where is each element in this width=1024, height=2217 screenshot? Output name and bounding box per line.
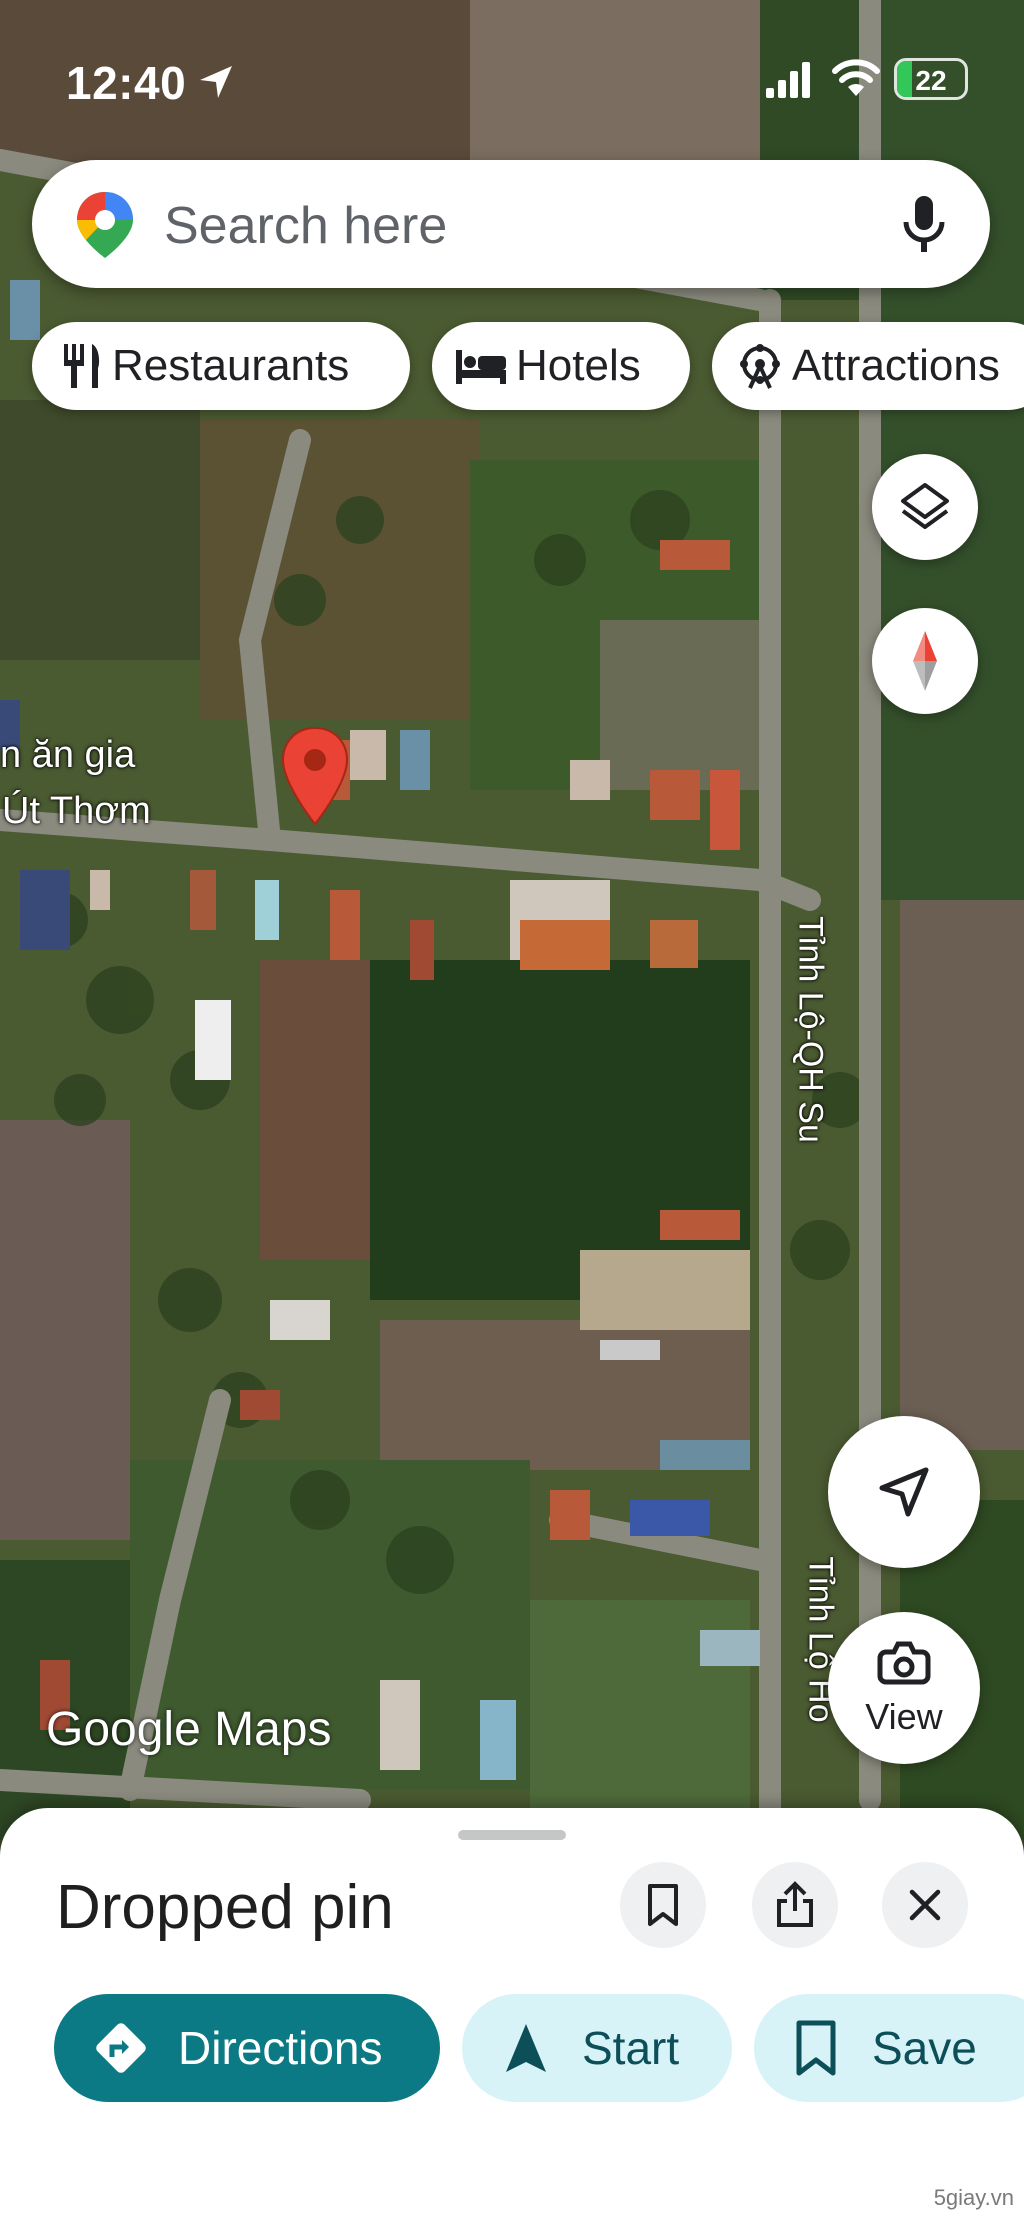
close-button[interactable] [882, 1862, 968, 1948]
place-label-line1[interactable]: n ăn gia [0, 734, 135, 777]
layers-button[interactable] [872, 454, 978, 560]
google-maps-logo-icon [77, 192, 133, 258]
ferris-wheel-icon [740, 344, 780, 389]
street-view-button[interactable]: View [828, 1612, 980, 1764]
chip-attractions-label: Attractions [792, 341, 1000, 390]
google-maps-watermark: Google Maps [46, 1703, 332, 1756]
status-bar: 12:40 22 [0, 0, 1024, 150]
view-label: View [865, 1696, 943, 1737]
status-time: 12:40 [66, 57, 187, 109]
bookmark-button[interactable] [620, 1862, 706, 1948]
battery-percent: 22 [915, 65, 947, 96]
save-label: Save [872, 2022, 977, 2074]
compass-button[interactable] [872, 608, 978, 714]
battery-indicator: 22 [894, 58, 968, 100]
directions-button[interactable]: Directions [54, 1994, 440, 2102]
site-credit: 5giay.vn [933, 2185, 1014, 2210]
search-input[interactable]: Search here [164, 196, 447, 256]
start-button[interactable]: Start [462, 1994, 732, 2102]
place-title: Dropped pin [56, 1873, 394, 1942]
bed-icon [456, 350, 506, 384]
save-button[interactable]: Save [754, 1994, 1024, 2102]
search-bar[interactable]: Search here [32, 160, 990, 288]
place-label-line2[interactable]: Út Thơm [2, 790, 151, 833]
chip-restaurants[interactable]: Restaurants [32, 322, 410, 410]
navigation-start-icon [506, 2024, 546, 2072]
chip-restaurants-label: Restaurants [112, 341, 350, 390]
road-label-tinh-lo-2: Tỉnh Lộ Ho [801, 1556, 840, 1723]
camera-view-icon [877, 1641, 931, 1685]
my-location-button[interactable] [828, 1416, 980, 1568]
maps-screen: n ăn gia Út Thơm Tỉnh Lộ-QH Su Tỉnh Lộ H… [0, 0, 1024, 2217]
layers-icon [901, 483, 949, 529]
fork-knife-icon [64, 344, 100, 388]
place-bottom-sheet: Dropped pin Directions Start Save 5giay.… [0, 1808, 1024, 2217]
share-icon [777, 1881, 813, 1927]
sheet-drag-handle[interactable] [458, 1830, 566, 1840]
microphone-icon[interactable] [902, 194, 946, 254]
signal-bars-icon [766, 62, 810, 98]
directions-icon [96, 2023, 146, 2073]
save-bookmark-icon [796, 2020, 836, 2076]
share-button[interactable] [752, 1862, 838, 1948]
navigation-arrow-icon [879, 1467, 929, 1517]
compass-icon [913, 631, 937, 691]
chip-attractions[interactable]: Attractions [712, 322, 1024, 410]
chip-hotels[interactable]: Hotels [432, 322, 690, 410]
dropped-pin-marker[interactable] [280, 726, 350, 828]
bookmark-icon [648, 1884, 678, 1926]
chip-hotels-label: Hotels [516, 341, 641, 390]
road-label-tinh-lo: Tỉnh Lộ-QH Su [791, 916, 830, 1143]
close-icon [909, 1889, 941, 1921]
location-arrow-icon [200, 66, 232, 98]
start-label: Start [582, 2022, 680, 2074]
directions-label: Directions [178, 2022, 383, 2074]
wifi-icon [832, 59, 880, 96]
